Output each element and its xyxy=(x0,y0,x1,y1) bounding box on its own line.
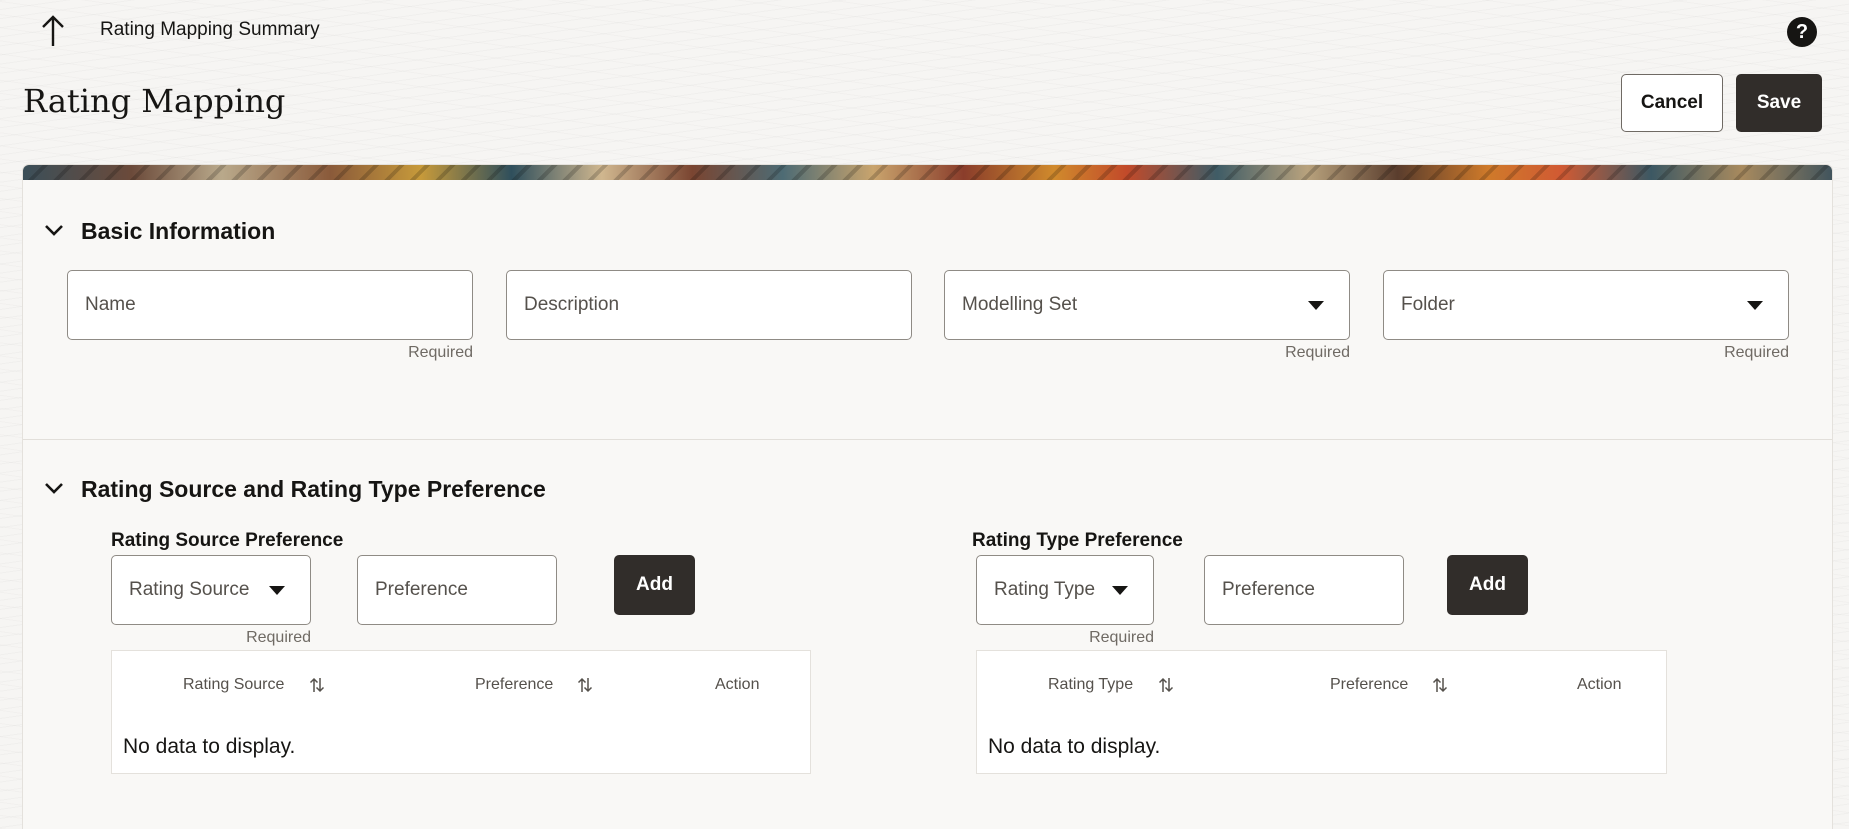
modelling-set-select[interactable]: Modelling Set xyxy=(944,270,1350,340)
section-header-basic-information[interactable]: Basic Information xyxy=(23,211,423,251)
rating-source-preference-title: Rating Source Preference xyxy=(111,530,344,551)
rating-source-select[interactable]: Rating Source xyxy=(111,555,311,625)
chevron-down-icon[interactable] xyxy=(1308,301,1324,310)
section-title-basic-information: Basic Information xyxy=(81,218,276,244)
chevron-down-icon[interactable] xyxy=(269,586,285,595)
breadcrumb[interactable]: Rating Mapping Summary xyxy=(100,19,320,41)
page-title: Rating Mapping xyxy=(23,82,286,120)
rating-source-preference-input[interactable]: Preference xyxy=(357,555,557,625)
rating-source-select-label: Rating Source xyxy=(129,579,250,600)
top-bar: Rating Mapping Summary ? xyxy=(0,0,1849,60)
sort-icon[interactable] xyxy=(1158,676,1174,694)
folder-select[interactable]: Folder xyxy=(1383,270,1789,340)
rating-type-select-label: Rating Type xyxy=(994,579,1096,600)
add-rating-source-button[interactable]: Add xyxy=(614,555,695,615)
rating-type-select[interactable]: Rating Type xyxy=(976,555,1154,625)
sort-icon[interactable] xyxy=(577,676,593,694)
add-rating-type-button[interactable]: Add xyxy=(1447,555,1528,615)
save-button[interactable]: Save xyxy=(1736,74,1822,132)
column-header-action: Action xyxy=(715,676,760,693)
sort-icon[interactable] xyxy=(1432,676,1448,694)
folder-label: Folder xyxy=(1401,294,1455,315)
column-header-rating-source[interactable]: Rating Source xyxy=(183,676,284,694)
description-field[interactable]: Description xyxy=(506,270,912,340)
chevron-down-icon[interactable] xyxy=(43,477,65,499)
column-header-action: Action xyxy=(1577,676,1622,693)
chevron-down-icon[interactable] xyxy=(1112,586,1128,595)
sort-icon[interactable] xyxy=(309,676,325,694)
name-field-label: Name xyxy=(85,294,136,315)
folder-required-hint: Required xyxy=(1724,344,1789,361)
preference-field-label: Preference xyxy=(1222,579,1315,600)
modelling-set-required-hint: Required xyxy=(1285,344,1350,361)
rating-type-table: Rating Type Preference Action No data to… xyxy=(976,650,1667,774)
arrow-up-icon[interactable] xyxy=(38,14,68,48)
rating-source-table: Rating Source Preference Action No data … xyxy=(111,650,811,774)
column-header-preference[interactable]: Preference xyxy=(475,676,553,694)
rating-type-required-hint: Required xyxy=(1089,629,1154,646)
chevron-down-icon[interactable] xyxy=(43,219,65,241)
section-divider xyxy=(23,439,1832,440)
name-required-hint: Required xyxy=(408,344,473,361)
section-header-preference[interactable]: Rating Source and Rating Type Preference xyxy=(23,469,583,509)
rating-type-preference-title: Rating Type Preference xyxy=(972,530,1183,551)
column-header-rating-type[interactable]: Rating Type xyxy=(1048,676,1133,694)
column-header-preference[interactable]: Preference xyxy=(1330,676,1408,694)
empty-table-message: No data to display. xyxy=(988,735,1161,758)
rating-type-preference-input[interactable]: Preference xyxy=(1204,555,1404,625)
empty-table-message: No data to display. xyxy=(123,735,296,758)
decorative-banner xyxy=(23,165,1832,180)
modelling-set-label: Modelling Set xyxy=(962,294,1078,315)
cancel-button[interactable]: Cancel xyxy=(1621,74,1723,132)
preference-field-label: Preference xyxy=(375,579,468,600)
main-panel: Basic Information Name Required Descript… xyxy=(23,165,1832,829)
name-field[interactable]: Name xyxy=(67,270,473,340)
chevron-down-icon[interactable] xyxy=(1747,301,1763,310)
rating-source-required-hint: Required xyxy=(246,629,311,646)
description-field-label: Description xyxy=(524,294,620,315)
section-title-preference: Rating Source and Rating Type Preference xyxy=(81,476,546,502)
help-icon[interactable]: ? xyxy=(1787,17,1817,47)
